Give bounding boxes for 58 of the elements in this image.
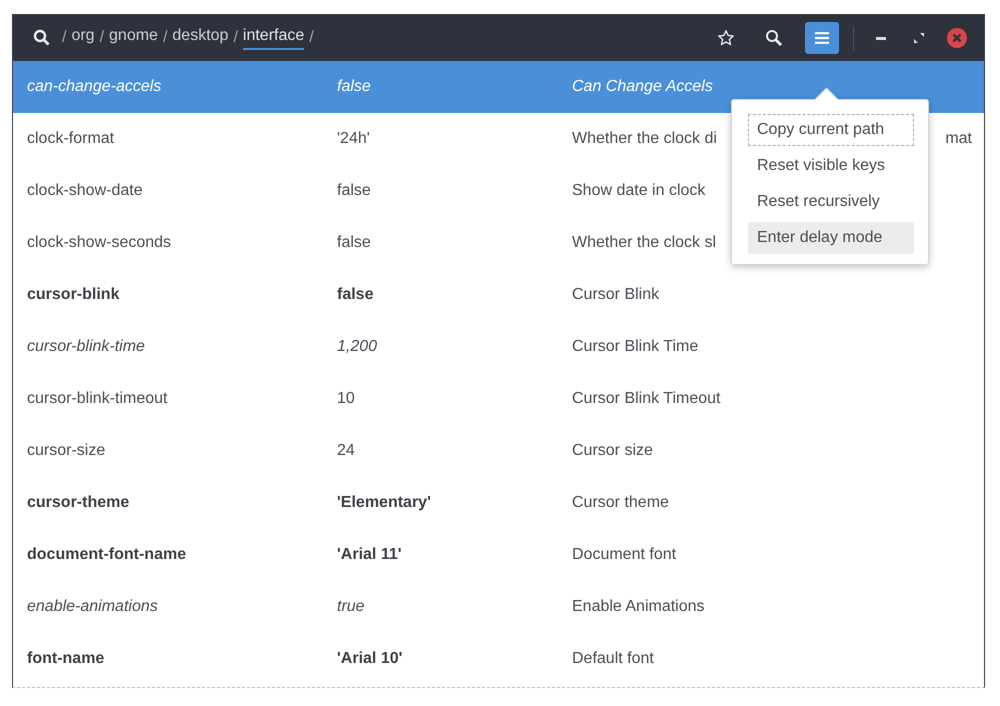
key-value: false	[337, 78, 371, 96]
key-name: cursor-blink-timeout	[27, 390, 168, 408]
key-name: cursor-blink	[27, 286, 120, 304]
close-icon	[947, 28, 967, 48]
key-description: Cursor Blink Time	[572, 338, 698, 356]
key-value: false	[337, 234, 371, 252]
key-description: Cursor theme	[572, 494, 669, 512]
menu-button[interactable]	[805, 22, 839, 54]
key-name: cursor-theme	[27, 494, 130, 512]
key-name: enable-animations	[27, 598, 158, 616]
menu-item[interactable]: Reset recursively	[748, 186, 914, 218]
key-description: Whether the clock di	[572, 130, 717, 148]
key-name: cursor-size	[27, 442, 106, 460]
key-description: mat	[945, 130, 972, 148]
key-description: Show date in clock	[572, 182, 706, 200]
path-separator: /	[233, 29, 238, 47]
key-name: font-name	[27, 650, 104, 668]
path-segment[interactable]: interface	[242, 26, 304, 50]
key-description: Cursor Blink	[572, 286, 660, 304]
key-value: 24	[337, 442, 355, 460]
key-description: Default font	[572, 650, 654, 668]
key-name: document-font-name	[27, 546, 186, 564]
key-value: 'Arial 10'	[337, 650, 402, 668]
key-description: Whether the clock sl	[572, 234, 716, 252]
key-value: 'Arial 11'	[337, 546, 402, 564]
path-separator: /	[162, 29, 168, 47]
search-icon	[765, 29, 783, 47]
key-name: clock-show-seconds	[27, 234, 172, 252]
path-separator: /	[100, 29, 104, 47]
key-name: can-change-accels	[27, 78, 162, 96]
key-value: true	[337, 598, 365, 616]
key-description: Document font	[572, 546, 676, 564]
key-value: 1,200	[337, 338, 378, 356]
menu-item[interactable]: Copy current path	[748, 114, 914, 146]
menu-item[interactable]: Reset visible keys	[748, 150, 914, 182]
search-icon[interactable]	[33, 29, 51, 47]
path-separator: /	[309, 29, 314, 47]
path-segment[interactable]: gnome	[109, 26, 158, 50]
key-description: Enable Animations	[572, 598, 705, 616]
key-value: false	[337, 286, 374, 304]
menu-item[interactable]: Enter delay mode	[748, 222, 914, 254]
key-name: clock-show-date	[27, 182, 143, 200]
path-separator: /	[62, 29, 66, 47]
key-description: Cursor size	[572, 442, 653, 460]
restore-icon	[914, 33, 924, 43]
menu-icon	[815, 32, 829, 44]
path-segment[interactable]: desktop	[172, 26, 228, 50]
key-name: clock-format	[27, 130, 114, 148]
key-value: '24h'	[337, 130, 370, 148]
key-description: Cursor Blink Timeout	[572, 390, 720, 408]
path-segment[interactable]: org	[71, 26, 95, 50]
key-description: Can Change Accels	[572, 78, 713, 96]
star-icon	[717, 29, 735, 47]
key-value: 'Elementary'	[337, 494, 431, 512]
minimize-icon	[876, 36, 886, 40]
key-name: cursor-blink-time	[27, 338, 145, 356]
key-value: 10	[337, 390, 355, 408]
key-value: false	[337, 182, 371, 200]
